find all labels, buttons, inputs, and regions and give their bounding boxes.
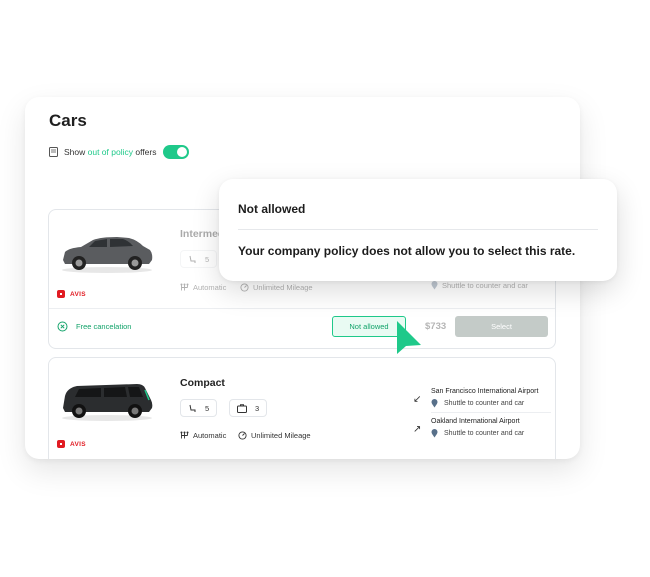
select-button[interactable]: Select	[455, 316, 548, 337]
cancel-circle-icon	[57, 321, 68, 332]
document-icon	[49, 147, 58, 157]
dropoff-location: ↗ Oakland International Airport Shuttle …	[413, 418, 525, 438]
gearbox-icon	[180, 431, 189, 439]
offer-card[interactable]: AVIS Compact 5 3 Automatic Unlimited Mil…	[48, 357, 556, 459]
brand-logo: AVIS	[57, 440, 86, 448]
mileage-feature: Unlimited Mileage	[238, 431, 311, 440]
price: $733	[425, 321, 447, 332]
gauge-icon	[238, 431, 247, 440]
pickup-sub: Shuttle to counter and car	[431, 281, 528, 290]
luggage-icon	[237, 403, 247, 413]
tooltip-title: Not allowed	[238, 202, 306, 216]
transmission-feature: Automatic	[180, 431, 226, 440]
arrow-up-right-icon: ↗	[413, 424, 422, 435]
car-image	[62, 384, 153, 421]
seat-icon	[189, 255, 196, 263]
card-divider	[49, 308, 555, 309]
cursor-icon	[397, 321, 421, 354]
transmission-feature: Automatic	[180, 283, 226, 292]
policy-toggle[interactable]	[163, 145, 189, 159]
pickup-location: ↙ San Francisco International Airport Sh…	[411, 388, 551, 413]
car-image	[62, 237, 153, 273]
bags-chip: 3	[229, 399, 268, 417]
tooltip-divider	[238, 229, 598, 230]
seat-icon	[189, 404, 196, 412]
policy-label: Show out of policy offers	[64, 147, 157, 157]
page-title: Cars	[49, 111, 87, 130]
tooltip-message: Your company policy does not allow you t…	[238, 244, 576, 258]
not-allowed-button[interactable]: Not allowed	[332, 316, 406, 337]
policy-tooltip: Not allowed Your company policy does not…	[219, 179, 617, 281]
gearbox-icon	[180, 283, 189, 291]
location-pin-icon	[431, 281, 438, 290]
seats-chip: 5	[180, 250, 218, 268]
gauge-icon	[240, 283, 249, 292]
policy-filter: Show out of policy offers	[49, 147, 156, 157]
location-pin-icon	[431, 429, 438, 438]
location-pin-icon	[431, 399, 438, 408]
arrow-down-left-icon: ↙	[413, 394, 422, 405]
seats-chip: 5	[180, 399, 218, 417]
car-name: Compact	[180, 377, 225, 389]
mileage-feature: Unlimited Mileage	[240, 283, 313, 292]
brand-logo: AVIS	[57, 290, 86, 298]
free-cancellation: Free cancelation	[57, 321, 131, 332]
